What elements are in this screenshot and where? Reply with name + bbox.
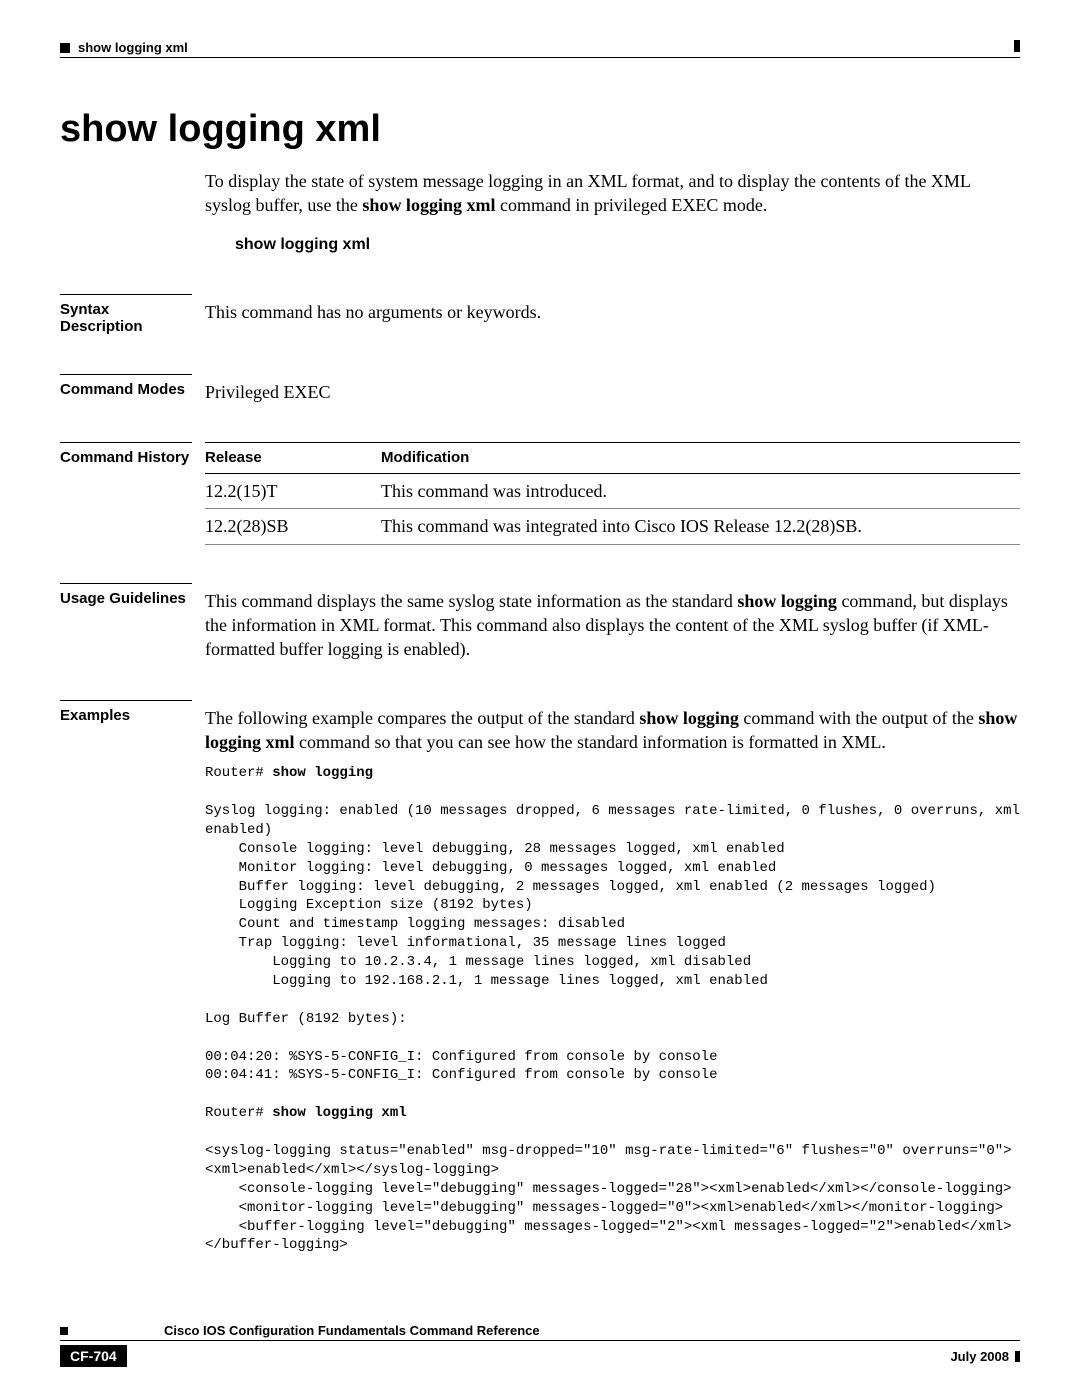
- code1-cmd: show logging: [272, 765, 373, 781]
- page-footer: Cisco IOS Configuration Fundamentals Com…: [60, 1323, 1020, 1367]
- section-body: This command displays the same syslog st…: [205, 583, 1020, 662]
- cell-modification: This command was integrated into Cisco I…: [381, 509, 1020, 544]
- section-body: The following example compares the outpu…: [205, 700, 1020, 1256]
- running-header-text: show logging xml: [78, 40, 188, 55]
- intro-command: show logging xml: [362, 195, 495, 215]
- usage-cmd: show logging: [737, 591, 837, 611]
- section-command-modes: Command Modes Privileged EXEC: [60, 374, 1020, 404]
- intro-post: command in privileged EXEC mode.: [495, 195, 767, 215]
- footer-bar-icon: [1015, 1351, 1020, 1362]
- section-label: Usage Guidelines: [60, 583, 192, 607]
- section-body: This command has no arguments or keyword…: [205, 294, 1020, 336]
- footer-date-text: July 2008: [950, 1349, 1009, 1364]
- code2-body: <syslog-logging status="enabled" msg-dro…: [205, 1143, 1012, 1253]
- section-body: Privileged EXEC: [205, 374, 1020, 404]
- table-row: 12.2(28)SB This command was integrated i…: [205, 509, 1020, 544]
- header-rule: [60, 57, 1020, 58]
- col-modification: Modification: [381, 442, 1020, 473]
- footer-square-icon: [60, 1327, 68, 1335]
- code2-prompt: Router#: [205, 1105, 272, 1121]
- section-label: Examples: [60, 700, 192, 724]
- section-command-history: Command History Release Modification 12.…: [60, 442, 1020, 545]
- page-title: show logging xml: [60, 108, 1020, 151]
- section-usage-guidelines: Usage Guidelines This command displays t…: [60, 583, 1020, 662]
- footer-book-title: Cisco IOS Configuration Fundamentals Com…: [164, 1323, 540, 1338]
- cell-release: 12.2(15)T: [205, 474, 381, 509]
- syntax-literal: show logging xml: [235, 236, 1020, 254]
- corner-mark: [1014, 40, 1020, 52]
- section-label: Syntax Description: [60, 294, 192, 335]
- code1-prompt: Router#: [205, 765, 272, 781]
- ex-mid: command with the output of the: [739, 708, 978, 728]
- cell-release: 12.2(28)SB: [205, 509, 381, 544]
- header-square-icon: [60, 43, 70, 53]
- ex-pre: The following example compares the outpu…: [205, 708, 639, 728]
- code2-cmd: show logging xml: [272, 1105, 406, 1121]
- history-table: Release Modification 12.2(15)T This comm…: [205, 442, 1020, 545]
- section-label: Command Modes: [60, 374, 192, 398]
- usage-pre: This command displays the same syslog st…: [205, 591, 737, 611]
- examples-para: The following example compares the outpu…: [205, 706, 1020, 755]
- ex-cmd1: show logging: [639, 708, 739, 728]
- section-label: Command History: [60, 442, 192, 466]
- code-block-1: Router# show logging Syslog logging: ena…: [205, 764, 1020, 1255]
- code1-body: Syslog logging: enabled (10 messages dro…: [205, 803, 1028, 1083]
- page-number: CF-704: [60, 1345, 127, 1367]
- section-examples: Examples The following example compares …: [60, 700, 1020, 1256]
- table-row: 12.2(15)T This command was introduced.: [205, 474, 1020, 509]
- ex-post: command so that you can see how the stan…: [295, 732, 886, 752]
- cell-modification: This command was introduced.: [381, 474, 1020, 509]
- footer-date: July 2008: [950, 1349, 1020, 1364]
- col-release: Release: [205, 442, 381, 473]
- intro-paragraph: To display the state of system message l…: [205, 169, 1020, 218]
- running-header: show logging xml: [60, 40, 1020, 55]
- section-syntax-description: Syntax Description This command has no a…: [60, 294, 1020, 336]
